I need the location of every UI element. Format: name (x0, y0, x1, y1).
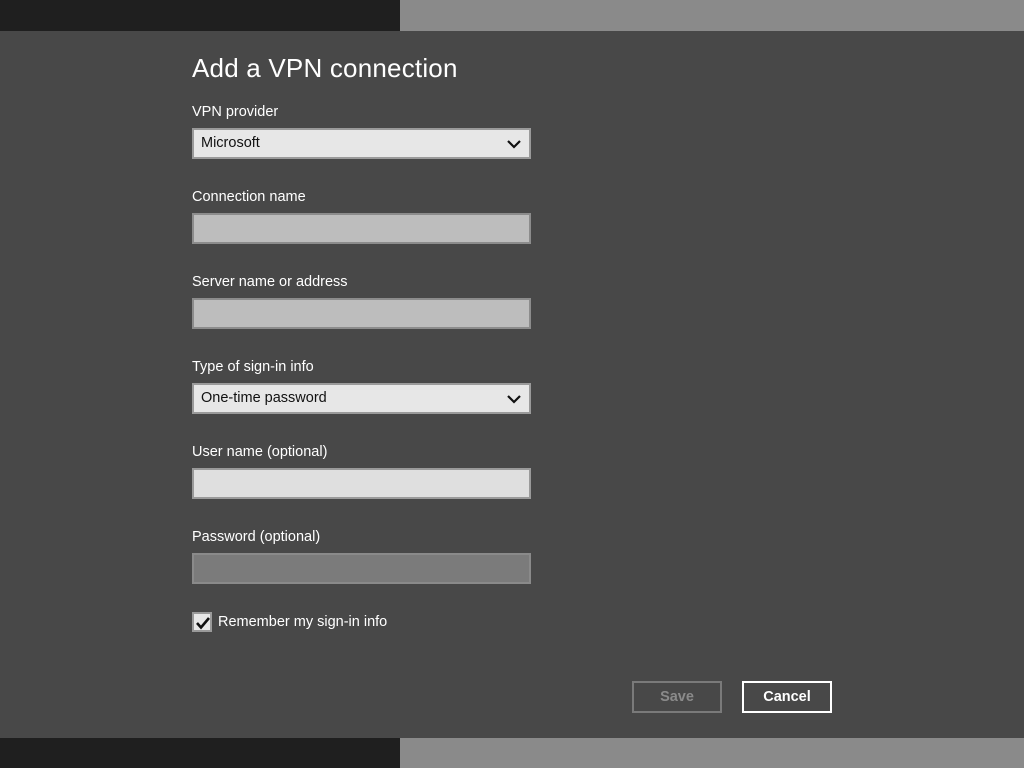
vpn-provider-label: VPN provider (192, 104, 279, 120)
chevron-down-icon (507, 395, 521, 404)
signin-type-value: One-time password (201, 390, 327, 406)
chevron-down-icon (507, 140, 521, 149)
background-right-strip-top (400, 0, 1024, 31)
server-input[interactable] (192, 298, 531, 329)
username-label: User name (optional) (192, 444, 328, 460)
background-left-strip-top (0, 0, 400, 31)
background-left-strip-bottom (0, 738, 400, 768)
remember-label[interactable]: Remember my sign-in info (218, 614, 387, 630)
server-label: Server name or address (192, 274, 348, 290)
dialog-title: Add a VPN connection (192, 53, 458, 83)
cancel-button[interactable]: Cancel (742, 681, 832, 713)
signin-type-select[interactable]: One-time password (192, 383, 531, 414)
save-button[interactable]: Save (632, 681, 722, 713)
checkmark-icon (196, 617, 210, 630)
connection-name-input[interactable] (192, 213, 531, 244)
signin-type-label: Type of sign-in info (192, 359, 314, 375)
remember-checkbox[interactable] (192, 612, 212, 632)
username-input[interactable] (192, 468, 531, 499)
connection-name-label: Connection name (192, 189, 306, 205)
vpn-provider-value: Microsoft (201, 135, 260, 151)
add-vpn-dialog: Add a VPN connection VPN provider Micros… (0, 31, 1024, 738)
password-label: Password (optional) (192, 529, 321, 545)
password-input[interactable] (192, 553, 531, 584)
vpn-provider-select[interactable]: Microsoft (192, 128, 531, 159)
background-right-strip-bottom (400, 738, 1024, 768)
